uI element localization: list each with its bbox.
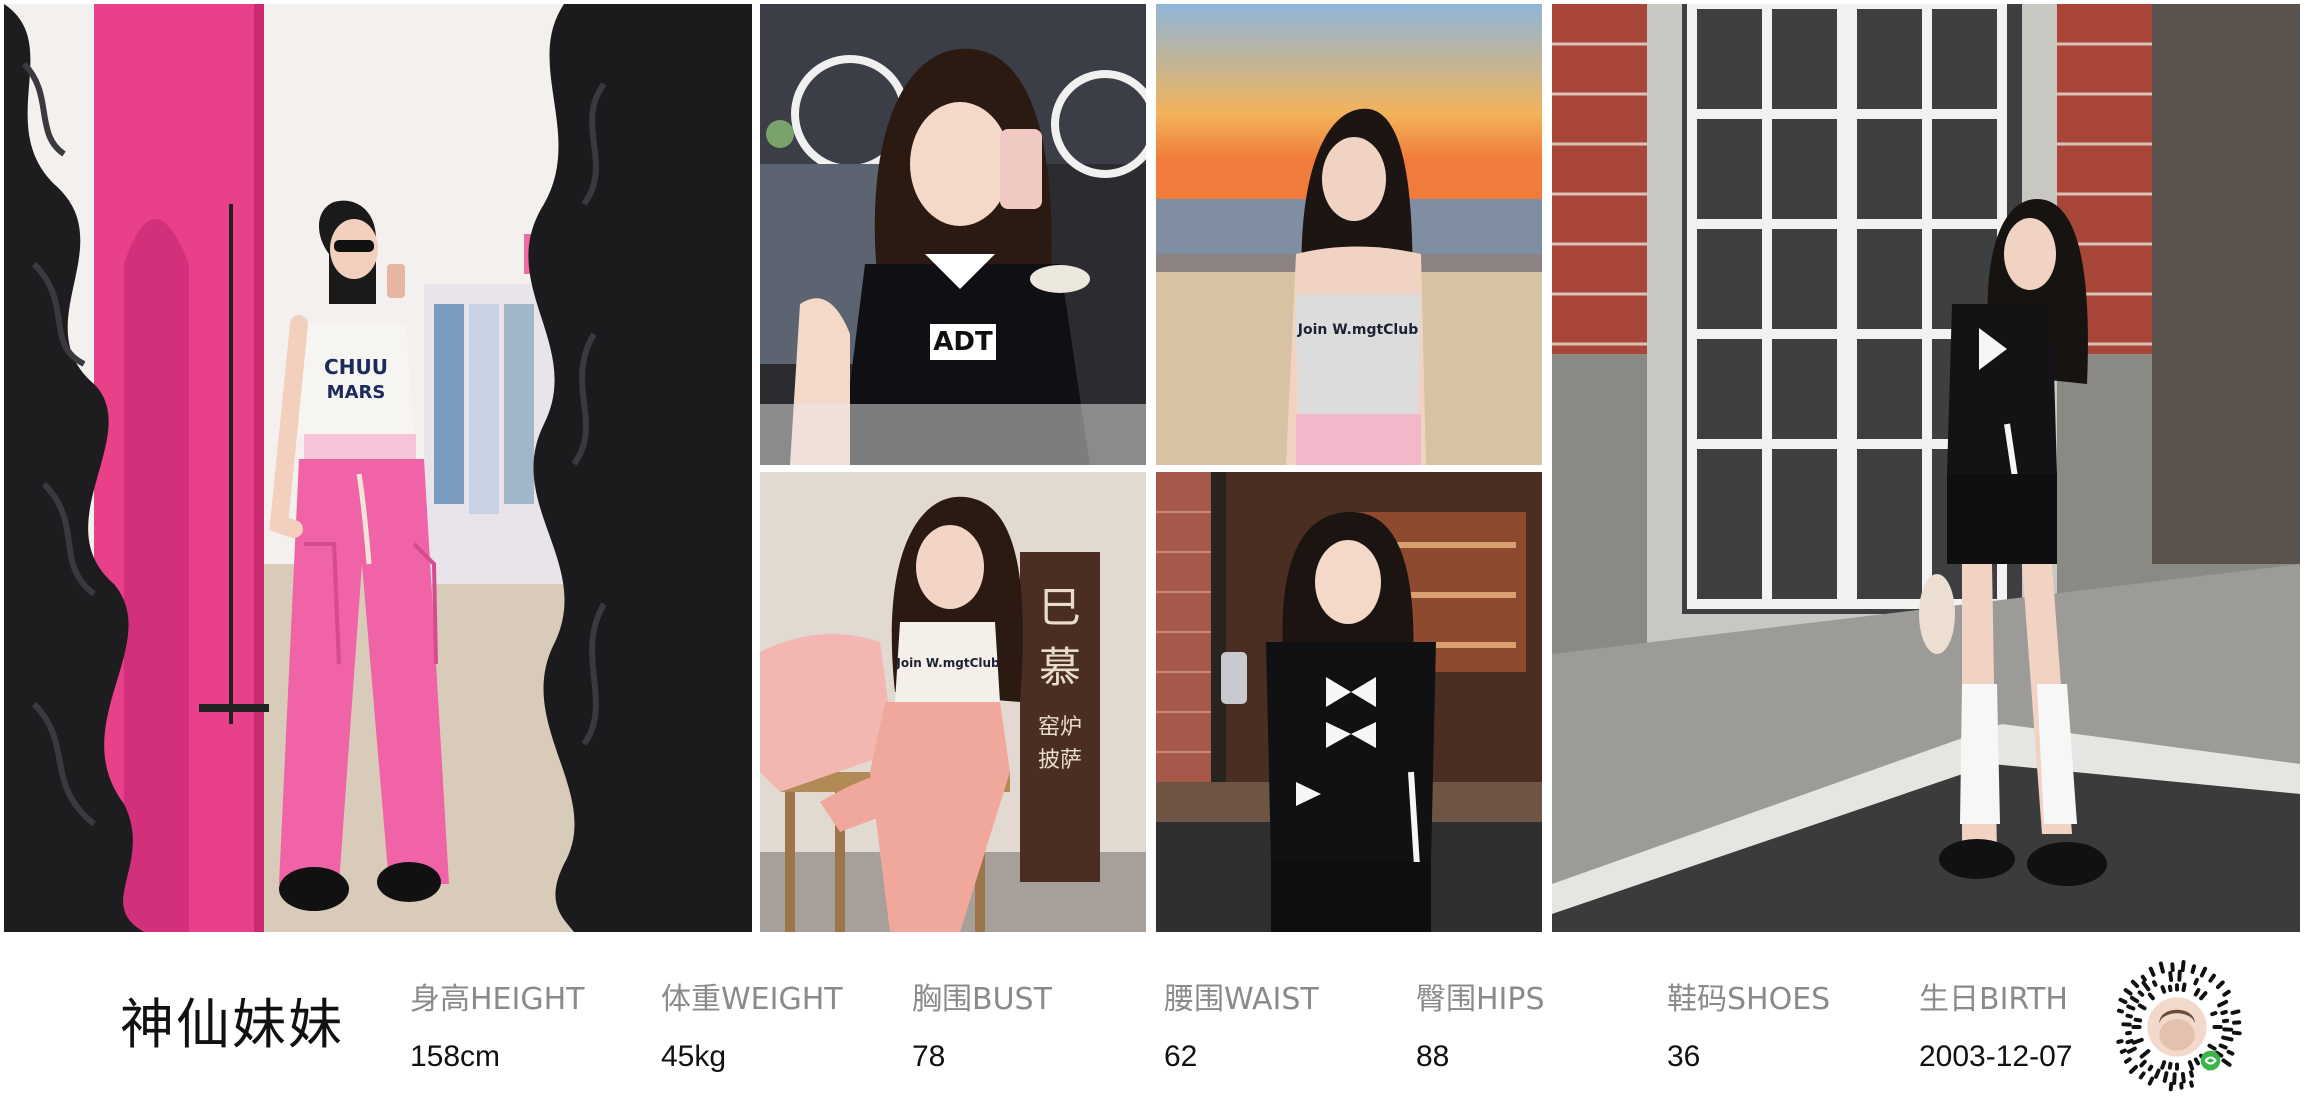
svg-text:Join W.mgtClub: Join W.mgtClub (1297, 322, 1418, 338)
stat-hips: 臀围HIPS 88 (1416, 974, 1545, 1074)
photo-mirror-selfie: CHUU MARS (4, 4, 752, 932)
stat-value: 2003-12-07 (1919, 1040, 2073, 1073)
svg-text:慕: 慕 (1039, 643, 1081, 692)
stat-value: 62 (1164, 1040, 1198, 1073)
stat-waist: 腰围WAIST 62 (1164, 974, 1319, 1074)
stat-label: 腰围WAIST (1164, 982, 1319, 1017)
stat-height: 身高HEIGHT 158cm (410, 974, 585, 1074)
stat-label: 臀围HIPS (1416, 982, 1545, 1017)
svg-text:窑炉: 窑炉 (1038, 715, 1082, 740)
stat-shoes: 鞋码SHOES 36 (1667, 974, 1830, 1074)
svg-text:披萨: 披萨 (1038, 748, 1082, 773)
stat-label: 鞋码SHOES (1667, 982, 1831, 1017)
stat-value: 88 (1416, 1040, 1450, 1073)
profile-info-bar: 神仙妹妹 身高HEIGHT 158cm 体重WEIGHT 45kg 胸围BUST… (0, 936, 2304, 1116)
photo-brick-wall-full-body (1552, 4, 2300, 932)
stat-value: 78 (912, 1040, 946, 1073)
stat-label: 体重WEIGHT (661, 982, 843, 1017)
svg-text:巳: 巳 (1039, 583, 1081, 632)
mini-program-qr-code[interactable] (2108, 958, 2246, 1096)
stat-bust: 胸围BUST 78 (912, 974, 1052, 1074)
stat-value: 36 (1667, 1040, 1701, 1073)
svg-text:MARS: MARS (327, 382, 386, 403)
photo-beach-sunset: Join W.mgtClub (1156, 4, 1542, 465)
svg-text:CHUU: CHUU (324, 355, 388, 379)
svg-text:ADT: ADT (933, 327, 993, 357)
stat-birth: 生日BIRTH 2003-12-07 (1919, 974, 2072, 1074)
photo-bar-doorway (1156, 472, 1542, 932)
stat-value: 45kg (661, 1040, 727, 1073)
stat-label: 身高HEIGHT (410, 982, 585, 1017)
stat-weight: 体重WEIGHT 45kg (661, 974, 843, 1074)
photo-selfie-black-tee: ADT (760, 4, 1146, 465)
stat-value: 158cm (410, 1040, 501, 1073)
svg-text:Join W.mgtClub: Join W.mgtClub (895, 656, 1000, 670)
stat-label: 生日BIRTH (1919, 982, 2068, 1017)
model-name: 神仙妹妹 (120, 993, 344, 1056)
stat-label: 胸围BUST (912, 982, 1052, 1017)
mini-program-badge-icon (2200, 1050, 2221, 1071)
photo-seated-pink-outfit: 巳 慕 窑炉 披萨 Join W.mgtClub (760, 472, 1146, 932)
model-card: CHUU MARS ADT Join W.mgtClub 巳 慕 窑炉 披萨 J… (0, 0, 2304, 1116)
